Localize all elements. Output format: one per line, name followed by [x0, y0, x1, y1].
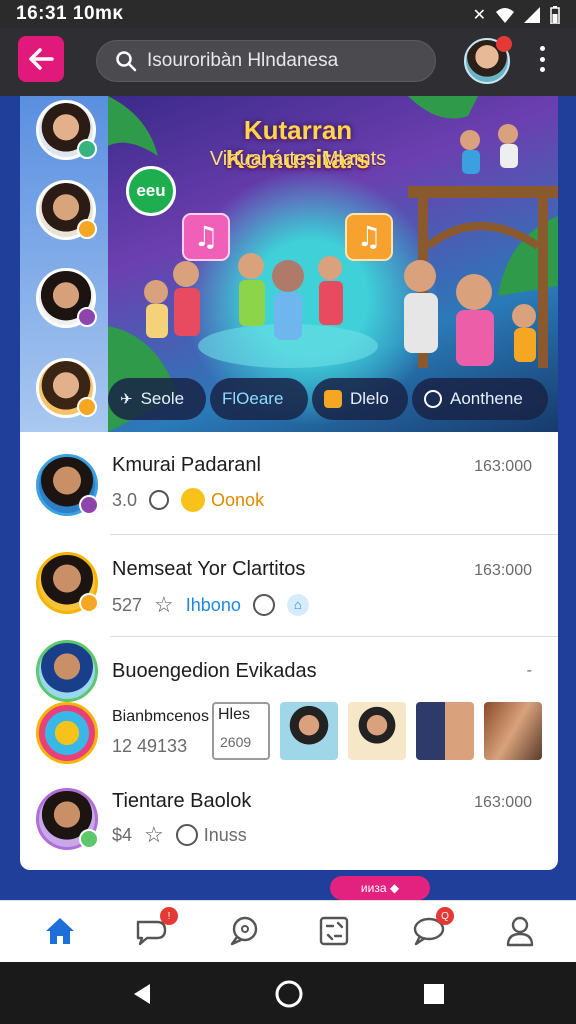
board-icon	[319, 916, 349, 946]
story-badge	[77, 397, 97, 417]
battery-icon	[550, 6, 560, 24]
plane-icon: ✈	[120, 391, 133, 408]
item-time: 163:000	[474, 794, 532, 811]
list-item[interactable]: Kmurai Padaranl 163:000 3.0 Oonok	[20, 432, 558, 534]
lock-icon: ⌂	[286, 594, 309, 616]
item-title: Buoengedion Evikadas	[112, 660, 317, 682]
star-icon: ☆	[144, 822, 164, 847]
story-avatar[interactable]	[36, 100, 97, 160]
avatar	[36, 702, 98, 764]
story-strip	[20, 96, 108, 432]
arrow-left-icon	[29, 48, 54, 70]
more-options-button[interactable]	[534, 42, 550, 76]
nav-notifications[interactable]: !	[132, 907, 178, 949]
item-subtitle: Bianbmcenos	[112, 708, 209, 725]
recents-square-icon[interactable]	[422, 982, 446, 1006]
floating-pill[interactable]: ииза ◆	[330, 876, 430, 900]
photo-thumbnail[interactable]	[348, 702, 406, 760]
feed-list: Kmurai Padaranl 163:000 3.0 Oonok Nemsea…	[20, 432, 558, 870]
photo-strip	[280, 702, 550, 760]
person-icon	[506, 916, 534, 947]
community-banner[interactable]: ♫ ♫ eeu Kutarran Komunitars Virtual árte…	[108, 96, 558, 432]
avatar-badge	[79, 495, 99, 515]
notification-dot: !	[160, 907, 178, 925]
chat-icon	[230, 916, 258, 946]
search-icon	[116, 51, 137, 72]
notification-dot: Q	[436, 907, 454, 925]
story-avatar[interactable]	[36, 358, 97, 418]
back-button[interactable]	[18, 36, 64, 82]
avatar-badge	[79, 829, 99, 849]
story-badge	[77, 219, 97, 239]
search-bar[interactable]: Isouroribàn Hlndanesa	[96, 40, 436, 82]
item-count: 527	[112, 594, 143, 615]
item-count: 3.0	[112, 489, 138, 510]
record-icon	[149, 490, 170, 510]
chip-floeare[interactable]: FlOeare	[210, 378, 308, 420]
file-box[interactable]: Hles 2609	[212, 702, 270, 760]
status-icons: ✕	[473, 5, 560, 25]
nav-chat[interactable]	[224, 913, 264, 949]
home-icon	[46, 918, 74, 944]
avatar	[36, 552, 99, 614]
back-triangle-icon[interactable]	[130, 982, 154, 1006]
tag-icon	[181, 488, 206, 512]
item-title: Nemseat Yor Clartitos	[112, 558, 306, 580]
item-time: -	[526, 662, 532, 679]
list-item[interactable]: Tientare Baolok 163:000 $4 ☆ Inuss	[20, 776, 558, 870]
top-bar: Isouroribàn Hlndanesa	[0, 28, 576, 96]
chip-aonthene[interactable]: Aonthene	[412, 378, 548, 420]
nav-home[interactable]	[40, 913, 80, 949]
grid-icon	[175, 824, 198, 846]
svg-text:♫: ♫	[356, 220, 381, 253]
story-avatar[interactable]	[36, 180, 97, 240]
avatar	[36, 454, 99, 516]
globe-icon	[424, 390, 442, 408]
avatar-badge	[79, 593, 99, 613]
list-item[interactable]: Nemseat Yor Clartitos 163:000 527 ☆ Ihbo…	[20, 536, 558, 636]
profile-avatar[interactable]	[464, 36, 512, 84]
nav-profile[interactable]	[500, 913, 540, 949]
story-avatar[interactable]	[36, 268, 97, 328]
file-box-meta: 2609	[220, 734, 252, 750]
item-time: 163:000	[474, 458, 532, 475]
item-title: Tientare Baolok	[112, 790, 252, 812]
status-bar: 16:31 10mκ ✕	[0, 0, 576, 28]
photo-thumbnail[interactable]	[280, 702, 338, 760]
chip-seole[interactable]: ✈ Seole	[108, 378, 206, 420]
avatar	[36, 640, 98, 702]
item-time: 163:000	[474, 562, 532, 579]
avatar	[36, 788, 99, 850]
story-badge	[77, 307, 97, 327]
item-tag[interactable]: Inuss	[175, 824, 247, 846]
status-time: 16:31 10mκ	[16, 3, 124, 24]
bottom-navigation: ! Q	[0, 900, 576, 962]
notification-dot	[496, 36, 512, 52]
svg-text:♫: ♫	[193, 220, 218, 253]
clock-icon	[252, 594, 275, 616]
chip-dlelo[interactable]: Dlelo	[312, 378, 408, 420]
system-navigation	[0, 962, 576, 1024]
item-count: $4	[112, 824, 133, 845]
item-count: 12 49133	[112, 736, 188, 756]
list-item[interactable]: Buoengedion Evikadas - Bianbmcenos 12 49…	[20, 638, 558, 776]
square-icon	[324, 390, 342, 408]
item-title: Kmurai Padaranl	[112, 454, 261, 476]
banner-subtitle: Virtual ártes Mlamts	[209, 148, 387, 170]
photo-thumbnail[interactable]	[416, 702, 474, 760]
star-icon: ☆	[154, 592, 174, 617]
home-circle-icon[interactable]	[274, 979, 304, 1009]
nav-board[interactable]	[314, 913, 354, 949]
mute-icon: ✕	[472, 7, 486, 24]
item-tag[interactable]: Ihbono	[186, 595, 241, 616]
nav-messages[interactable]: Q	[408, 907, 454, 949]
search-text: Isouroribàn Hlndanesa	[147, 50, 339, 71]
banner-badge: eeu	[126, 166, 176, 216]
photo-thumbnail[interactable]	[484, 702, 542, 760]
wifi-icon	[496, 8, 514, 23]
item-tag[interactable]: Oonok	[181, 488, 264, 512]
signal-icon	[524, 7, 540, 23]
file-box-label: Hles	[218, 706, 251, 723]
story-badge	[77, 139, 97, 159]
